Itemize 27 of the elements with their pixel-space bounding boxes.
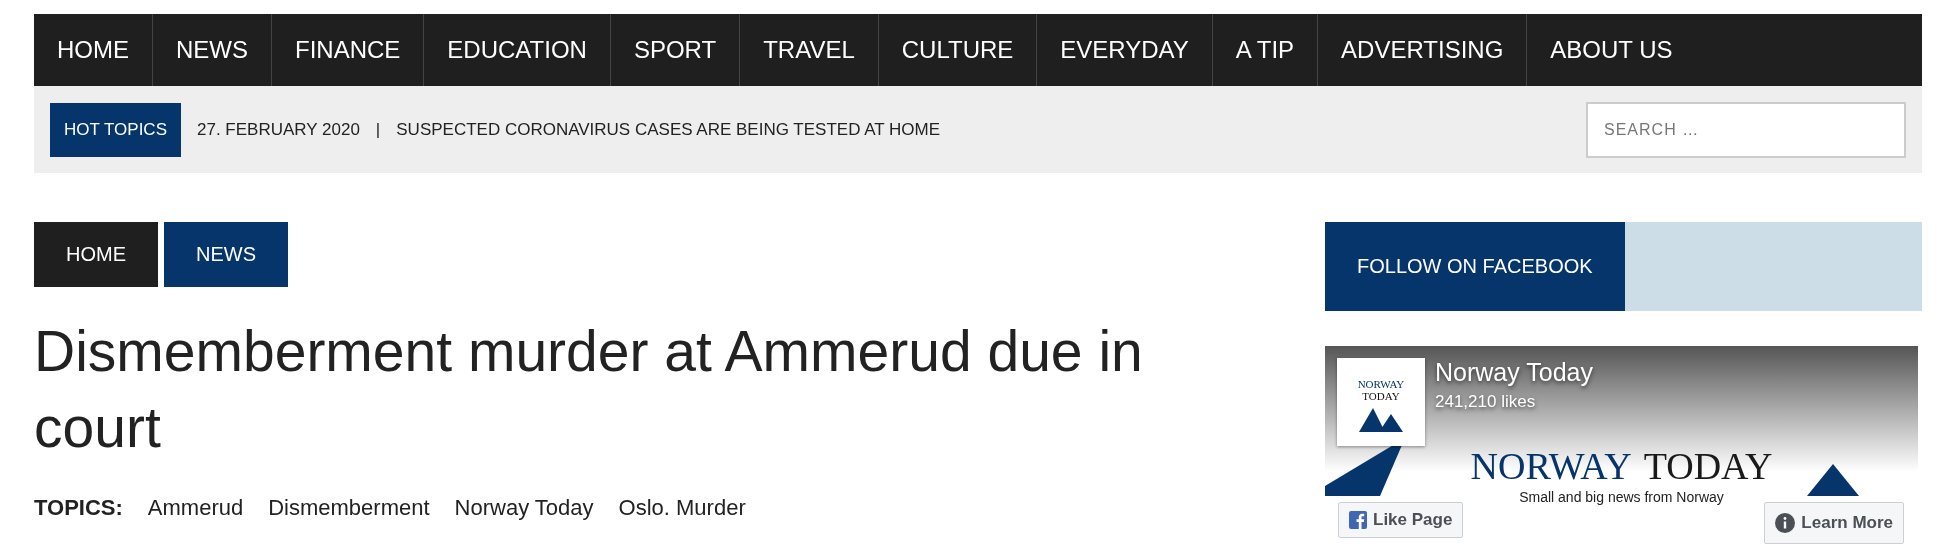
likes-count: 241,210 likes <box>1435 392 1536 412</box>
learn-more-button[interactable]: Learn More <box>1764 502 1904 544</box>
like-page-button[interactable]: Like Page <box>1338 502 1464 538</box>
widget-title: FOLLOW ON FACEBOOK <box>1325 222 1625 311</box>
nav-link[interactable]: ABOUT US <box>1527 14 1696 86</box>
topic-link[interactable]: Oslo. Murder <box>618 495 746 521</box>
hot-topic-date: 27. FEBRUARY 2020 <box>197 119 360 140</box>
banner-word: TODAY <box>1643 444 1773 488</box>
article-title: Dismemberment murder at Ammerud due in court <box>34 318 1144 461</box>
breadcrumb-link[interactable]: HOME <box>34 222 158 287</box>
topic-link[interactable]: Ammerud <box>147 495 244 521</box>
hot-topics-label: HOT TOPICS <box>50 102 181 157</box>
facebook-icon <box>1349 511 1367 529</box>
mountains-icon <box>1359 406 1403 432</box>
separator: | <box>375 119 381 140</box>
hot-topic-link[interactable]: SUSPECTED CORONAVIRUS CASES ARE BEING TESTED AT HOME <box>396 119 941 140</box>
topics-label: TOPICS: <box>34 495 123 521</box>
topic-link[interactable]: Dismemberment <box>268 495 430 521</box>
logo-text: TODAY <box>1362 390 1400 402</box>
page-name-link[interactable]: Norway Today <box>1435 358 1593 387</box>
topic-link[interactable]: Norway Today <box>454 495 594 521</box>
banner-tagline: Small and big news from Norway <box>1518 489 1725 505</box>
info-icon <box>1775 513 1796 533</box>
logo-text: NORWAY <box>1357 378 1405 390</box>
breadcrumb-link[interactable]: NEWS <box>164 222 288 287</box>
search-field[interactable]: SEARCH … <box>1586 101 1906 158</box>
banner-word: NORWAY <box>1470 444 1632 488</box>
